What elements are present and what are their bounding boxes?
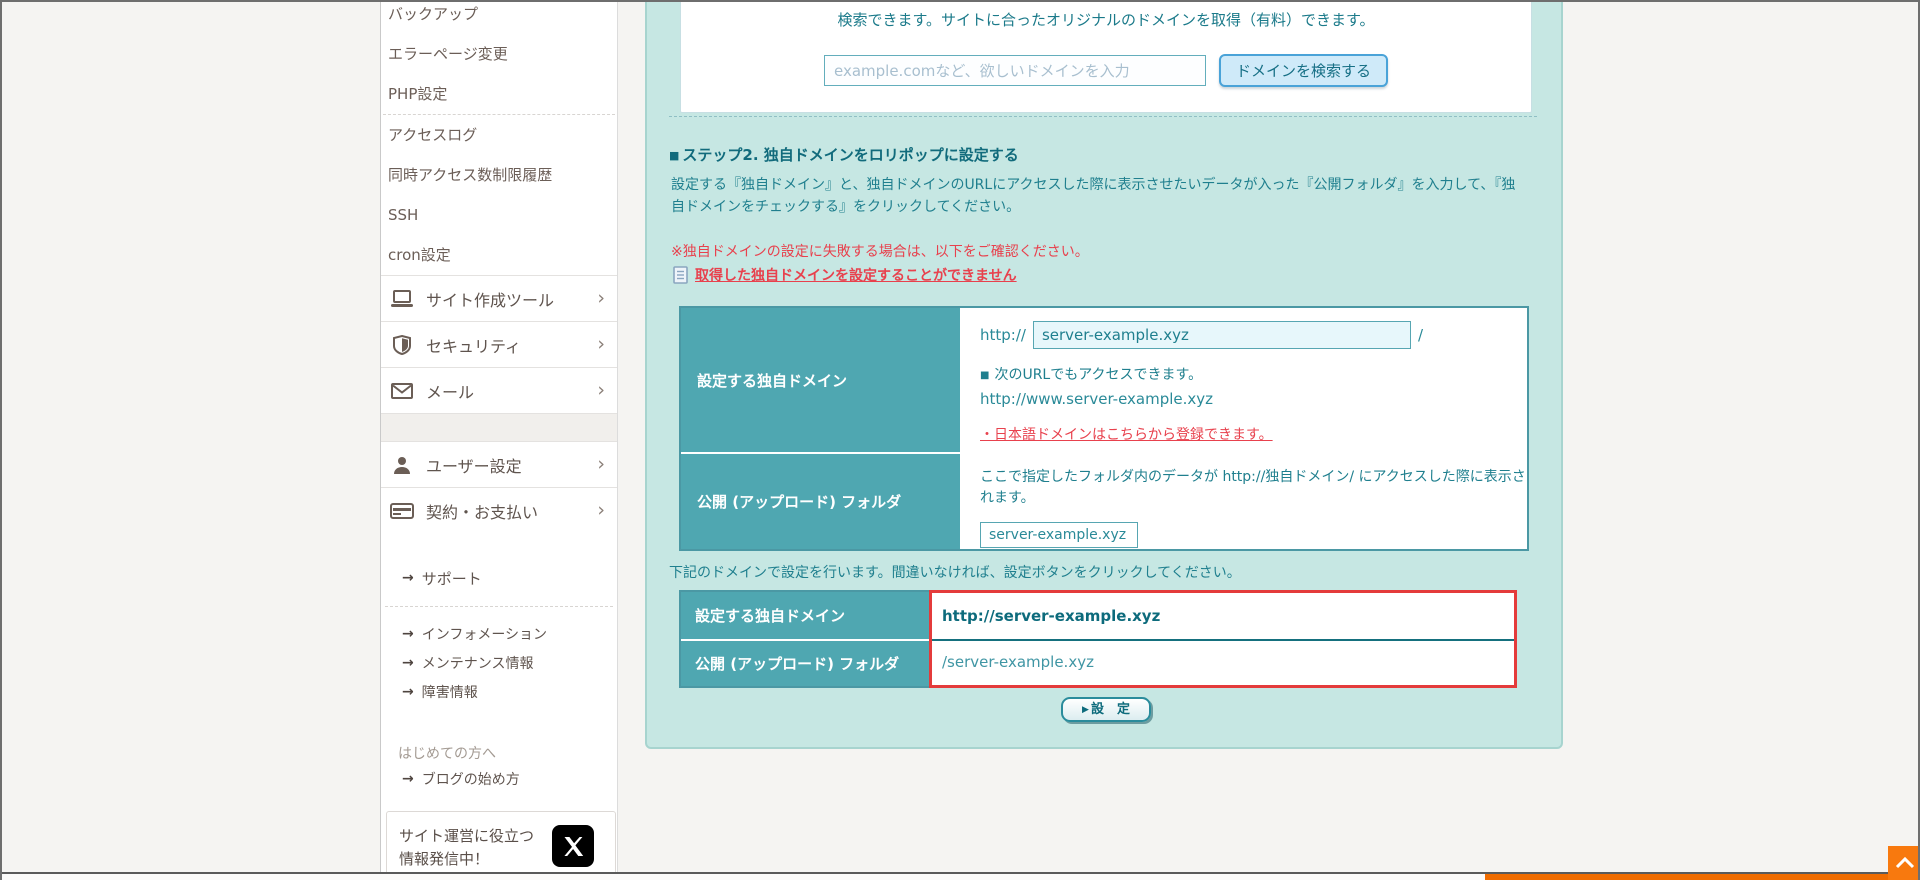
x-social-button[interactable] [552, 825, 594, 867]
play-arrow-icon: ▶ [1082, 705, 1089, 715]
domain-url-line: http:// / [980, 321, 1527, 349]
alt-access-note: ■ 次のURLでもアクセスできます。 [980, 367, 1203, 383]
chevron-right-icon: › [597, 287, 605, 309]
confirmation-values-highlight: http://server-example.xyz /server-exampl… [929, 590, 1517, 688]
step2-warning: ※独自ドメインの設定に失敗する場合は、以下をご確認ください。 [671, 244, 1089, 260]
chevron-up-icon [1895, 857, 1915, 869]
step2-description: 設定する『独自ドメイン』と、独自ドメインのURLにアクセスした際に表示させたいデ… [671, 177, 1516, 216]
confirm-value-domain: http://server-example.xyz [942, 607, 1161, 625]
domain-setup-panel: 検索できます。サイトに合ったオリジナルのドメインを取得（有料）できます。 ドメイ… [645, 2, 1565, 749]
sidebar-link-information[interactable]: → インフォメーション [381, 619, 617, 648]
chevron-right-icon: › [597, 333, 605, 355]
chevron-right-icon: › [597, 453, 605, 475]
sidebar-small-items: バックアップ エラーページ変更 PHP設定 アクセスログ 同時アクセス数制限履歴… [381, 2, 617, 275]
sidebar-link-label: サポート [421, 569, 482, 588]
sidebar-link-label: メンテナンス情報 [421, 655, 534, 672]
url-prefix: http:// [980, 326, 1026, 344]
confirmation-note: 下記のドメインで設定を行います。間違いなければ、設定ボタンをクリックしてください… [669, 565, 1241, 581]
chevron-right-icon: › [597, 499, 605, 521]
x-logo-icon [564, 837, 584, 856]
sidebar-item-error-page[interactable]: エラーページ変更 [381, 34, 617, 74]
sidebar-link-outage[interactable]: → 障害情報 [381, 677, 617, 706]
step1-domain-search-box: 検索できます。サイトに合ったオリジナルのドメインを取得（有料）できます。 ドメイ… [680, 2, 1532, 113]
table-row: 設定する独自ドメイン http:// / ■次のURLでもアクセスできます。 h… [681, 308, 1527, 452]
sidebar-item-ssh[interactable]: SSH [381, 195, 617, 235]
row-header-folder: 公開 (アップロード) フォルダ [681, 454, 960, 549]
confirmation-headers: 設定する独自ドメイン 公開 (アップロード) フォルダ [679, 590, 929, 688]
sidebar-link-maintenance[interactable]: → メンテナンス情報 [381, 648, 617, 677]
submit-button-row: ▶ 設 定 [647, 697, 1565, 722]
row-content-folder: ここで指定したフォルダ内のデータが http://独自ドメイン/ にアクセスした… [960, 454, 1527, 549]
back-to-top-button[interactable] [1888, 846, 1918, 880]
sidebar-spacer-band [381, 413, 617, 441]
step2-heading: ■ ステップ2. 独自ドメインをロリポップに設定する [669, 146, 1019, 164]
sidebar-item-cron[interactable]: cron設定 [381, 235, 617, 275]
arrow-right-icon: → [402, 771, 414, 787]
warning-help-link[interactable]: 取得した独自ドメインを設定することができません [695, 265, 1017, 285]
confirm-header-domain: 設定する独自ドメイン [681, 592, 929, 639]
sidebar-item-label: 契約・お支払い [426, 502, 539, 522]
square-bullet-icon: ■ [980, 370, 990, 381]
sidebar-item-access-log[interactable]: アクセスログ [381, 115, 617, 155]
beginner-heading: はじめての方へ [398, 746, 496, 762]
sidebar-item-concurrent-access[interactable]: 同時アクセス数制限履歴 [381, 155, 617, 195]
confirm-header-folder: 公開 (アップロード) フォルダ [681, 639, 929, 686]
sidebar-item-billing[interactable]: 契約・お支払い › [381, 487, 617, 533]
sidebar-item-php-settings[interactable]: PHP設定 [381, 74, 617, 114]
step1-search-form: ドメインを検索する [681, 54, 1531, 87]
credit-card-icon [390, 501, 414, 521]
shield-icon [390, 334, 414, 355]
row-header-domain: 設定する独自ドメイン [681, 308, 960, 452]
sidebar-item-label: メール [426, 382, 475, 402]
domain-name-input[interactable] [1032, 321, 1411, 349]
document-icon [673, 266, 688, 284]
sidebar-item-label: サイト作成ツール [426, 290, 555, 310]
confirmation-table: 設定する独自ドメイン 公開 (アップロード) フォルダ http://serve… [679, 590, 1517, 688]
alt-access-url: http://www.server-example.xyz [980, 390, 1214, 408]
user-icon [390, 455, 414, 475]
divider [669, 116, 1537, 117]
sidebar-link-blog-start[interactable]: → ブログの始め方 [381, 766, 617, 792]
sidebar-item-label: ユーザー設定 [426, 456, 522, 476]
sidebar-link-label: インフォメーション [421, 626, 548, 643]
sidebar-item-security[interactable]: セキュリティ › [381, 321, 617, 367]
step1-description: 検索できます。サイトに合ったオリジナルのドメインを取得（有料）できます。 [837, 11, 1375, 29]
japanese-domain-link[interactable]: ・日本語ドメインはこちらから登録できます。 [980, 424, 1273, 444]
sidebar-link-support[interactable]: → サポート [381, 566, 617, 590]
sidebar-item-label: セキュリティ [426, 336, 522, 356]
sidebar-link-label: 障害情報 [421, 684, 478, 701]
confirm-value-folder: /server-example.xyz [932, 639, 1514, 683]
arrow-right-icon: → [402, 654, 414, 671]
submit-settings-button[interactable]: ▶ 設 定 [1061, 697, 1151, 722]
page: バックアップ エラーページ変更 PHP設定 アクセスログ 同時アクセス数制限履歴… [0, 0, 1920, 880]
divider [385, 606, 613, 607]
sns-promo-box: サイト運営に役立つ 情報発信中！ [386, 811, 616, 880]
sidebar-item-backup[interactable]: バックアップ [381, 2, 617, 34]
sidebar-item-site-tools[interactable]: サイト作成ツール › [381, 275, 617, 321]
sidebar-link-label: ブログの始め方 [421, 772, 520, 788]
domain-search-input[interactable] [823, 55, 1206, 86]
step2-warning-link-row: 取得した独自ドメインを設定することができません [673, 265, 1017, 285]
url-suffix: / [1417, 326, 1424, 344]
mail-icon [390, 381, 414, 401]
domain-config-table: 設定する独自ドメイン http:// / ■次のURLでもアクセスできます。 h… [679, 306, 1529, 551]
arrow-right-icon: → [402, 683, 414, 700]
sidebar-item-user-settings[interactable]: ユーザー設定 › [381, 441, 617, 487]
sidebar: バックアップ エラーページ変更 PHP設定 アクセスログ 同時アクセス数制限履歴… [380, 2, 618, 880]
table-row: 公開 (アップロード) フォルダ ここで指定したフォルダ内のデータが http:… [681, 452, 1527, 549]
chevron-right-icon: › [597, 379, 605, 401]
arrow-right-icon: → [402, 570, 414, 586]
folder-description: ここで指定したフォルダ内のデータが http://独自ドメイン/ にアクセスした… [980, 469, 1526, 506]
sidebar-info-links: → インフォメーション → メンテナンス情報 → 障害情報 [381, 619, 617, 706]
orange-footer-strip [1485, 874, 1918, 880]
sidebar-item-mail[interactable]: メール › [381, 367, 617, 413]
square-bullet-icon: ■ [669, 149, 680, 162]
upload-folder-input[interactable] [980, 522, 1138, 548]
arrow-right-icon: → [402, 625, 414, 642]
laptop-icon [390, 289, 414, 309]
row-content-domain: http:// / ■次のURLでもアクセスできます。 http://www.s… [960, 308, 1527, 452]
domain-search-button[interactable]: ドメインを検索する [1218, 54, 1388, 87]
